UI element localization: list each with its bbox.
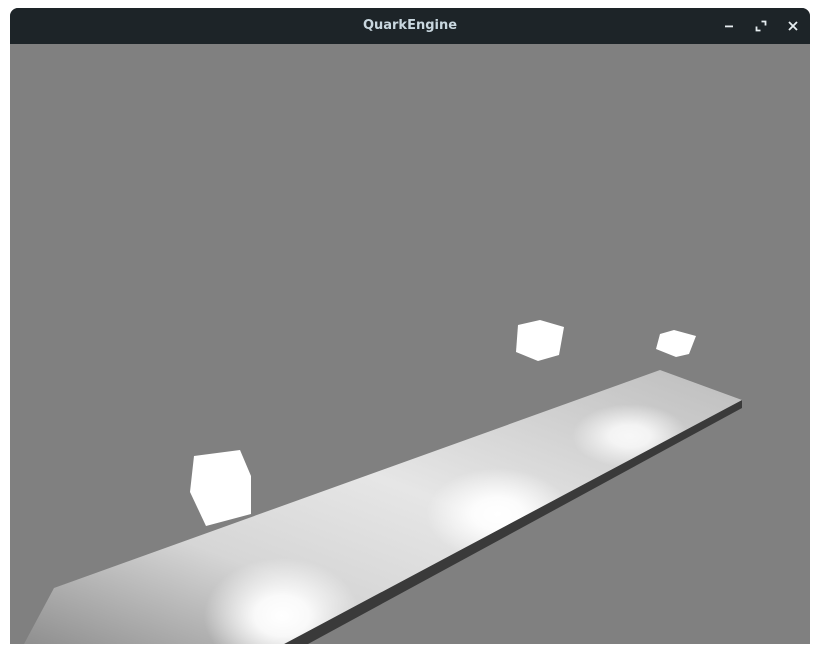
app-window: QuarkEngine	[10, 8, 810, 644]
scene-canvas[interactable]	[10, 44, 810, 644]
close-icon	[788, 21, 798, 31]
close-button[interactable]	[782, 15, 804, 37]
render-viewport[interactable]	[10, 44, 810, 644]
title-bar[interactable]: QuarkEngine	[10, 8, 810, 44]
light-cube-left	[190, 450, 251, 526]
minimize-icon	[725, 25, 733, 28]
minimize-button[interactable]	[718, 15, 740, 37]
maximize-button[interactable]	[750, 15, 772, 37]
light-cube-middle	[516, 320, 564, 361]
light-cube-right	[656, 330, 696, 357]
window-title: QuarkEngine	[362, 18, 458, 33]
maximize-icon	[755, 20, 767, 32]
